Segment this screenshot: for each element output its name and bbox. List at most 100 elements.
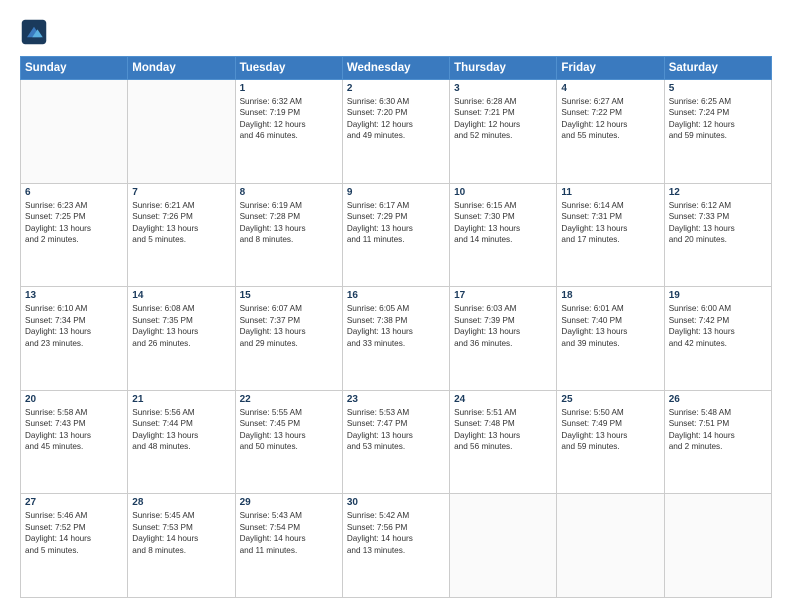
calendar-day-cell: 27 Sunrise: 5:46 AM Sunset: 7:52 PM Dayli… <box>21 494 128 598</box>
day-info: Sunrise: 6:12 AM Sunset: 7:33 PM Dayligh… <box>669 200 767 246</box>
day-info: Sunrise: 5:50 AM Sunset: 7:49 PM Dayligh… <box>561 407 659 453</box>
calendar-day-cell: 11 Sunrise: 6:14 AM Sunset: 7:31 PM Dayli… <box>557 183 664 287</box>
calendar-day-cell: 17Sunrise: 6:03 AM Sunset: 7:39 PM Dayli… <box>450 287 557 391</box>
day-number: 1 <box>240 83 338 94</box>
day-number: 24 <box>454 394 552 405</box>
calendar-week-row: 1 Sunrise: 6:32 AM Sunset: 7:19 PM Daylig… <box>21 80 772 184</box>
day-info: Sunrise: 5:48 AM Sunset: 7:51 PM Dayligh… <box>669 407 767 453</box>
calendar-day-cell: 26 Sunrise: 5:48 AM Sunset: 7:51 PM Dayli… <box>664 390 771 494</box>
day-number: 12 <box>669 187 767 198</box>
calendar-day-header: Sunday <box>21 57 128 80</box>
day-number: 2 <box>347 83 445 94</box>
calendar-day-cell: 5Sunrise: 6:25 AM Sunset: 7:24 PM Daylig… <box>664 80 771 184</box>
day-info: Sunrise: 6:32 AM Sunset: 7:19 PM Dayligh… <box>240 96 338 142</box>
calendar-day-header: Friday <box>557 57 664 80</box>
day-number: 9 <box>347 187 445 198</box>
day-number: 3 <box>454 83 552 94</box>
day-number: 23 <box>347 394 445 405</box>
day-number: 16 <box>347 290 445 301</box>
calendar-day-cell: 6 Sunrise: 6:23 AM Sunset: 7:25 PM Daylig… <box>21 183 128 287</box>
calendar-day-header: Monday <box>128 57 235 80</box>
day-info: Sunrise: 5:46 AM Sunset: 7:52 PM Dayligh… <box>25 510 123 556</box>
calendar-week-row: 6 Sunrise: 6:23 AM Sunset: 7:25 PM Daylig… <box>21 183 772 287</box>
day-info: Sunrise: 6:23 AM Sunset: 7:25 PM Dayligh… <box>25 200 123 246</box>
calendar-day-cell: 14 Sunrise: 6:08 AM Sunset: 7:35 PM Dayli… <box>128 287 235 391</box>
calendar-day-cell: 2 Sunrise: 6:30 AM Sunset: 7:20 PM Daylig… <box>342 80 449 184</box>
calendar-day-cell: 7Sunrise: 6:21 AM Sunset: 7:26 PM Daylig… <box>128 183 235 287</box>
calendar-day-cell: 24 Sunrise: 5:51 AM Sunset: 7:48 PM Dayli… <box>450 390 557 494</box>
calendar-day-cell: 3 Sunrise: 6:28 AM Sunset: 7:21 PM Daylig… <box>450 80 557 184</box>
day-info: Sunrise: 5:58 AM Sunset: 7:43 PM Dayligh… <box>25 407 123 453</box>
day-info: Sunrise: 5:55 AM Sunset: 7:45 PM Dayligh… <box>240 407 338 453</box>
calendar-day-header: Thursday <box>450 57 557 80</box>
day-number: 10 <box>454 187 552 198</box>
calendar-day-cell: 28Sunrise: 5:45 AM Sunset: 7:53 PM Dayli… <box>128 494 235 598</box>
calendar-header-row: SundayMondayTuesdayWednesdayThursdayFrid… <box>21 57 772 80</box>
page: SundayMondayTuesdayWednesdayThursdayFrid… <box>0 0 792 612</box>
day-number: 29 <box>240 497 338 508</box>
day-info: Sunrise: 5:56 AM Sunset: 7:44 PM Dayligh… <box>132 407 230 453</box>
calendar-day-cell: 10 Sunrise: 6:15 AM Sunset: 7:30 PM Dayli… <box>450 183 557 287</box>
day-info: Sunrise: 6:00 AM Sunset: 7:42 PM Dayligh… <box>669 303 767 349</box>
calendar-week-row: 27 Sunrise: 5:46 AM Sunset: 7:52 PM Dayli… <box>21 494 772 598</box>
calendar-day-cell: 13 Sunrise: 6:10 AM Sunset: 7:34 PM Dayli… <box>21 287 128 391</box>
calendar-day-cell: 18 Sunrise: 6:01 AM Sunset: 7:40 PM Dayli… <box>557 287 664 391</box>
day-info: Sunrise: 5:42 AM Sunset: 7:56 PM Dayligh… <box>347 510 445 556</box>
day-number: 5 <box>669 83 767 94</box>
day-info: Sunrise: 6:14 AM Sunset: 7:31 PM Dayligh… <box>561 200 659 246</box>
calendar-day-cell: 30 Sunrise: 5:42 AM Sunset: 7:56 PM Dayli… <box>342 494 449 598</box>
calendar-day-cell <box>557 494 664 598</box>
day-info: Sunrise: 6:10 AM Sunset: 7:34 PM Dayligh… <box>25 303 123 349</box>
day-number: 14 <box>132 290 230 301</box>
day-info: Sunrise: 6:08 AM Sunset: 7:35 PM Dayligh… <box>132 303 230 349</box>
day-number: 30 <box>347 497 445 508</box>
day-number: 22 <box>240 394 338 405</box>
day-info: Sunrise: 5:53 AM Sunset: 7:47 PM Dayligh… <box>347 407 445 453</box>
day-number: 26 <box>669 394 767 405</box>
day-info: Sunrise: 6:17 AM Sunset: 7:29 PM Dayligh… <box>347 200 445 246</box>
day-info: Sunrise: 5:51 AM Sunset: 7:48 PM Dayligh… <box>454 407 552 453</box>
day-number: 21 <box>132 394 230 405</box>
calendar-day-cell <box>128 80 235 184</box>
day-number: 6 <box>25 187 123 198</box>
calendar-week-row: 13 Sunrise: 6:10 AM Sunset: 7:34 PM Dayli… <box>21 287 772 391</box>
calendar-day-cell: 8 Sunrise: 6:19 AM Sunset: 7:28 PM Daylig… <box>235 183 342 287</box>
day-info: Sunrise: 6:28 AM Sunset: 7:21 PM Dayligh… <box>454 96 552 142</box>
day-number: 27 <box>25 497 123 508</box>
header <box>20 18 772 46</box>
calendar-day-cell: 22 Sunrise: 5:55 AM Sunset: 7:45 PM Dayli… <box>235 390 342 494</box>
day-info: Sunrise: 6:30 AM Sunset: 7:20 PM Dayligh… <box>347 96 445 142</box>
calendar-day-cell: 25 Sunrise: 5:50 AM Sunset: 7:49 PM Dayli… <box>557 390 664 494</box>
calendar-day-cell <box>450 494 557 598</box>
calendar-day-cell: 9 Sunrise: 6:17 AM Sunset: 7:29 PM Daylig… <box>342 183 449 287</box>
day-info: Sunrise: 6:05 AM Sunset: 7:38 PM Dayligh… <box>347 303 445 349</box>
calendar-day-header: Wednesday <box>342 57 449 80</box>
calendar-day-cell: 23 Sunrise: 5:53 AM Sunset: 7:47 PM Dayli… <box>342 390 449 494</box>
calendar-day-cell: 21 Sunrise: 5:56 AM Sunset: 7:44 PM Dayli… <box>128 390 235 494</box>
calendar-day-cell: 20 Sunrise: 5:58 AM Sunset: 7:43 PM Dayli… <box>21 390 128 494</box>
day-number: 25 <box>561 394 659 405</box>
calendar-week-row: 20 Sunrise: 5:58 AM Sunset: 7:43 PM Dayli… <box>21 390 772 494</box>
calendar-day-cell: 4Sunrise: 6:27 AM Sunset: 7:22 PM Daylig… <box>557 80 664 184</box>
day-info: Sunrise: 6:15 AM Sunset: 7:30 PM Dayligh… <box>454 200 552 246</box>
calendar-day-cell: 16 Sunrise: 6:05 AM Sunset: 7:38 PM Dayli… <box>342 287 449 391</box>
day-info: Sunrise: 6:21 AM Sunset: 7:26 PM Dayligh… <box>132 200 230 246</box>
day-info: Sunrise: 5:45 AM Sunset: 7:53 PM Dayligh… <box>132 510 230 556</box>
day-number: 20 <box>25 394 123 405</box>
calendar-day-cell: 15Sunrise: 6:07 AM Sunset: 7:37 PM Dayli… <box>235 287 342 391</box>
calendar-day-cell: 12 Sunrise: 6:12 AM Sunset: 7:33 PM Dayli… <box>664 183 771 287</box>
day-info: Sunrise: 6:19 AM Sunset: 7:28 PM Dayligh… <box>240 200 338 246</box>
calendar-day-header: Saturday <box>664 57 771 80</box>
day-number: 18 <box>561 290 659 301</box>
calendar-day-cell: 19Sunrise: 6:00 AM Sunset: 7:42 PM Dayli… <box>664 287 771 391</box>
calendar-table: SundayMondayTuesdayWednesdayThursdayFrid… <box>20 56 772 598</box>
day-info: Sunrise: 6:03 AM Sunset: 7:39 PM Dayligh… <box>454 303 552 349</box>
day-number: 11 <box>561 187 659 198</box>
calendar-day-cell: 1 Sunrise: 6:32 AM Sunset: 7:19 PM Daylig… <box>235 80 342 184</box>
day-info: Sunrise: 6:27 AM Sunset: 7:22 PM Dayligh… <box>561 96 659 142</box>
day-number: 8 <box>240 187 338 198</box>
day-info: Sunrise: 6:01 AM Sunset: 7:40 PM Dayligh… <box>561 303 659 349</box>
day-number: 13 <box>25 290 123 301</box>
logo-icon <box>20 18 48 46</box>
logo <box>20 18 52 46</box>
